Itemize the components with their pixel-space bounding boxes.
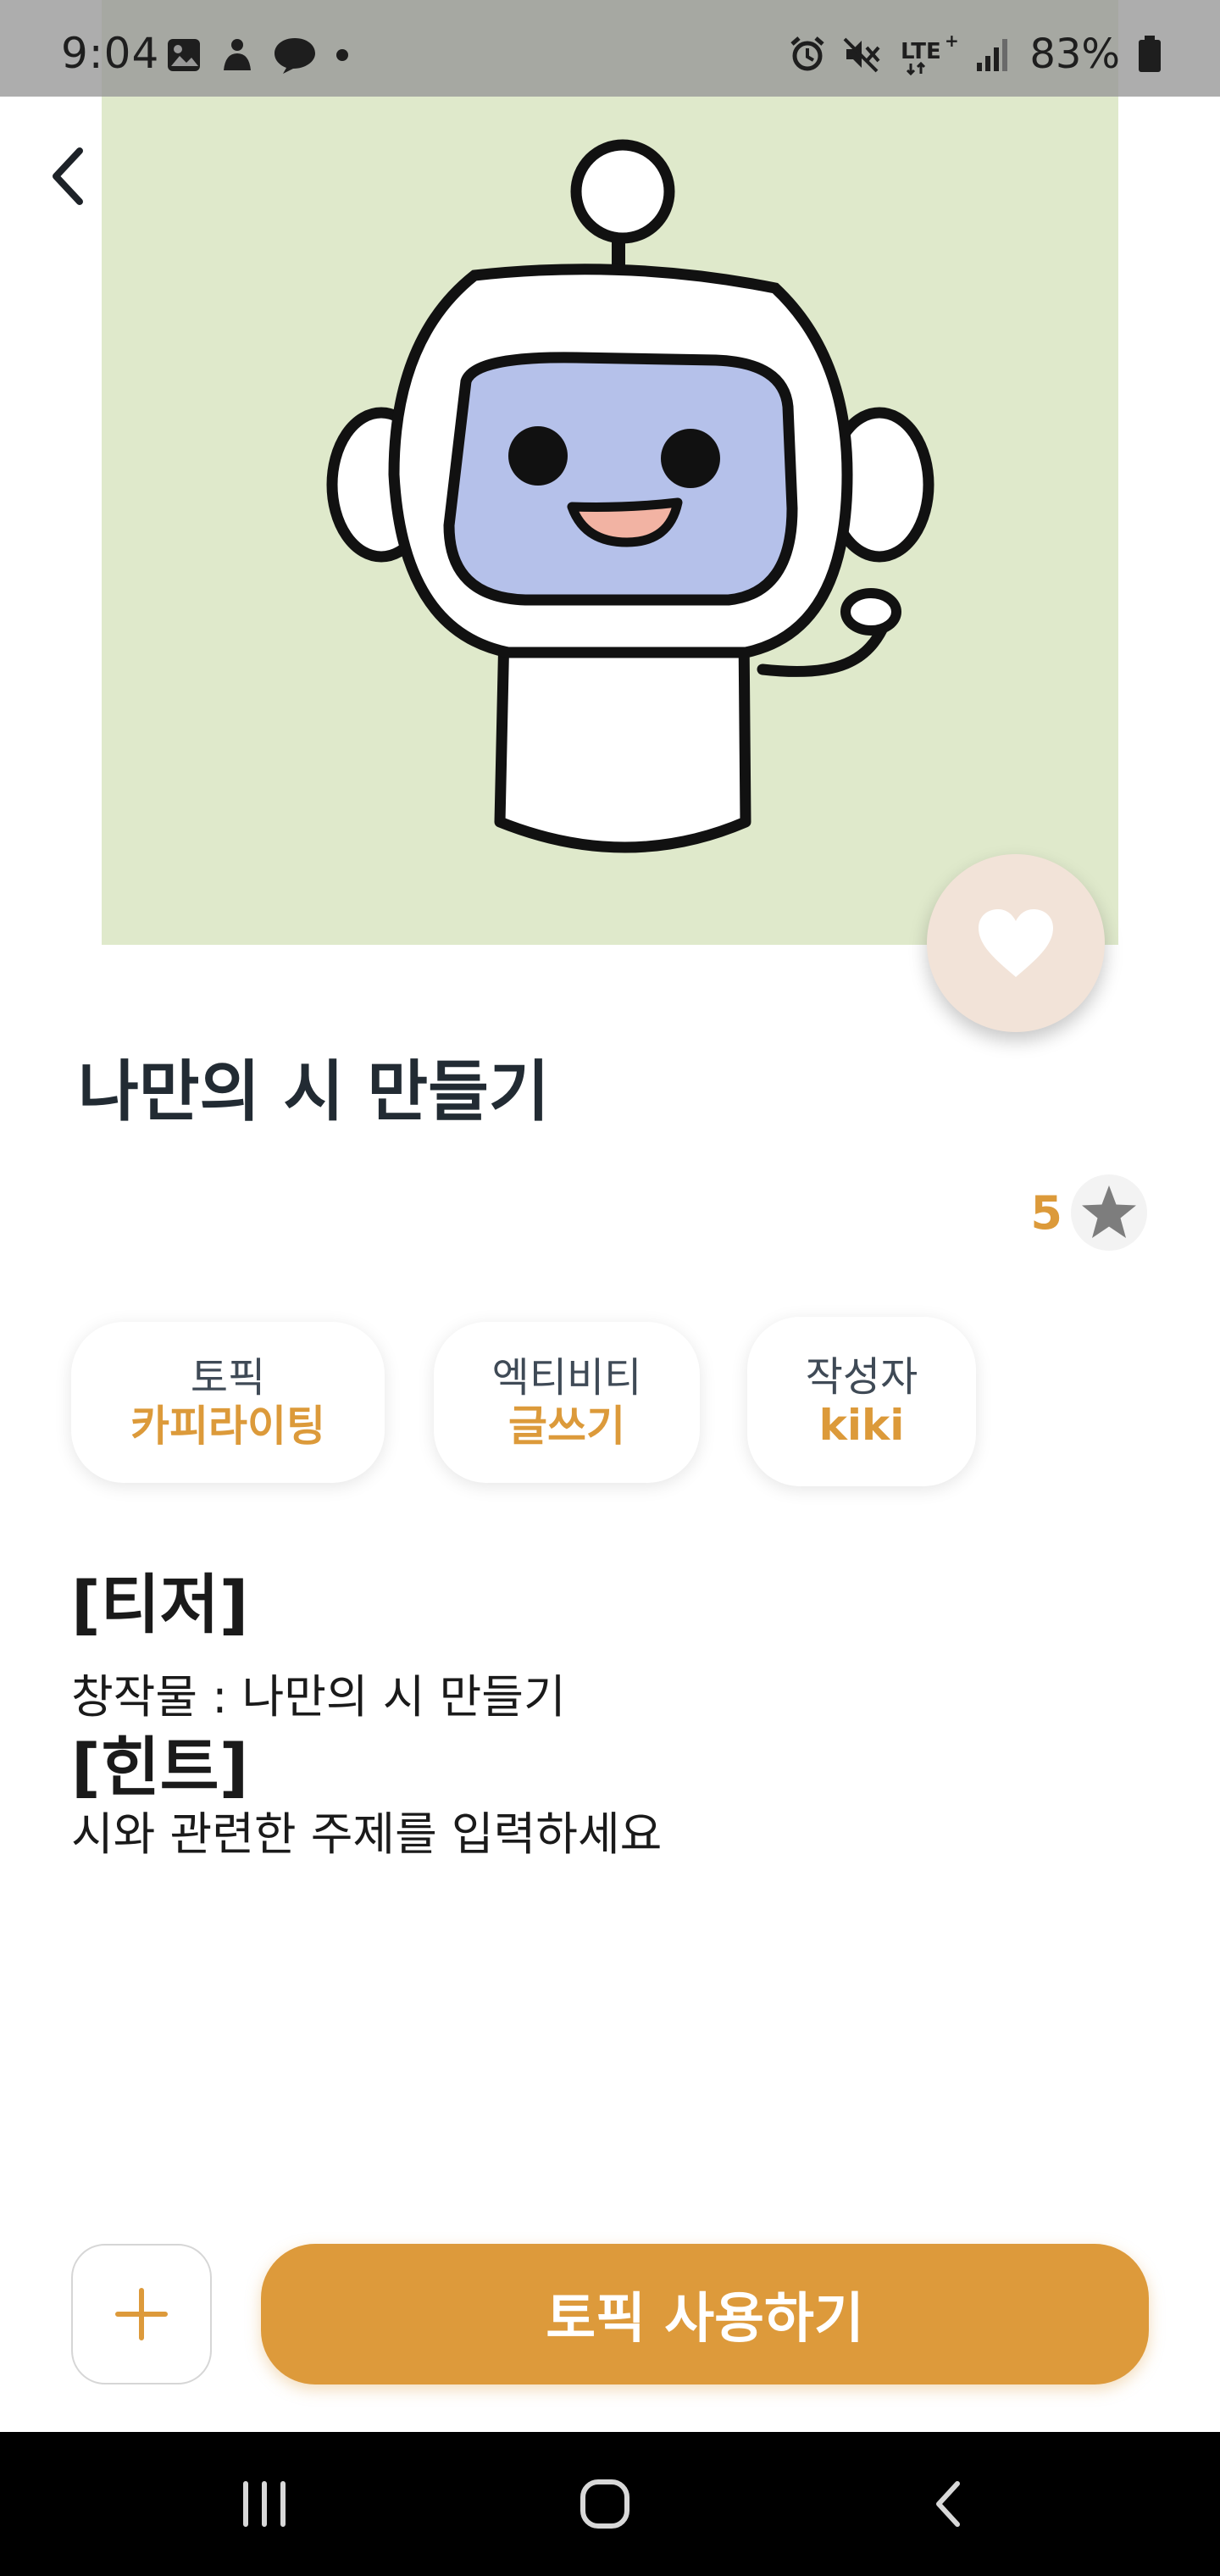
battery-percent: 83% [1029,31,1120,78]
chip-author-value: kiki [818,1401,905,1450]
rating: 5 [1030,1174,1147,1251]
home-button[interactable] [554,2457,656,2551]
chat-bubble-icon [273,36,317,74]
alarm-icon [789,36,826,73]
plus-icon [115,2288,168,2340]
rating-value: 5 [1030,1185,1062,1240]
back-button[interactable] [36,142,103,210]
rating-star-button[interactable] [1071,1174,1147,1251]
signal-icon [975,36,1012,73]
chevron-left-icon [53,147,83,205]
chip-author-label: 작성자 [805,1353,918,1401]
chip-topic-value: 카피라이팅 [130,1402,325,1451]
star-icon [1082,1185,1136,1238]
chip-topic: 토픽 카피라이팅 [71,1322,385,1483]
recent-apps-icon [243,2481,286,2527]
image-icon [166,37,202,73]
robot-illustration [326,139,934,853]
chip-topic-label: 토픽 [190,1354,266,1402]
use-topic-button[interactable]: 토픽 사용하기 [261,2244,1149,2384]
status-time: 9:04 [61,29,160,78]
svg-text:LTE: LTE [901,39,941,64]
chip-activity-value: 글쓰기 [508,1402,625,1451]
teaser-heading: [티저] [71,1567,249,1642]
hint-text: 시와 관련한 주제를 입력하세요 [71,1807,663,1861]
dot-icon [336,48,349,62]
chip-activity: 엑티비티 글쓰기 [434,1322,700,1483]
status-bar: 9:04 LTE + 83% [0,0,1220,97]
heart-icon [979,909,1053,977]
back-nav-button[interactable] [896,2457,998,2551]
hint-heading: [힌트] [71,1729,249,1805]
hero-image [0,0,1220,991]
recent-apps-button[interactable] [214,2457,315,2551]
status-system-icons: LTE + 83% [789,29,1162,80]
page-title: 나만의 시 만들기 [78,1054,550,1130]
back-nav-icon [936,2481,960,2527]
status-notification-icons [166,34,349,76]
battery-icon [1137,35,1162,74]
svg-text:+: + [945,33,958,51]
home-icon [580,2479,629,2529]
notification-app-icon [220,36,254,74]
chip-author: 작성자 kiki [747,1317,976,1486]
lte-icon: LTE + [899,33,958,75]
chip-activity-label: 엑티비티 [491,1354,642,1402]
navigation-bar [0,2432,1220,2576]
add-button[interactable] [71,2244,212,2384]
like-button[interactable] [927,854,1105,1032]
mute-icon [843,36,882,73]
